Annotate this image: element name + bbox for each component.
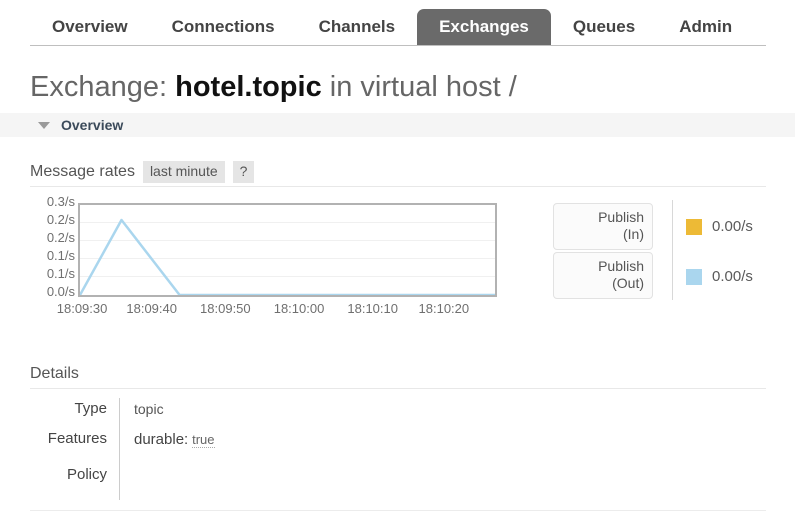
x-tick-label: 18:10:10	[347, 301, 398, 316]
legend-button-line1: Publish	[598, 258, 644, 274]
message-rates-chart: 0.3/s 0.2/s 0.2/s 0.1/s 0.1/s 0.0/s 18:0…	[0, 195, 530, 330]
x-tick-label: 18:09:30	[56, 301, 108, 316]
legend-button-publish-out[interactable]: Publish (Out)	[553, 252, 653, 299]
details-section-title: Details	[30, 365, 79, 382]
legend-button-line2: (Out)	[612, 275, 644, 291]
message-rates-divider	[30, 186, 766, 187]
details-row-features: Features durable: true	[30, 428, 430, 464]
legend-color-swatch	[686, 219, 702, 235]
details-divider	[30, 388, 766, 389]
page-title-prefix: Exchange:	[30, 71, 168, 103]
y-tick-label: 0.2/s	[46, 230, 75, 245]
tab-channels[interactable]: Channels	[297, 9, 418, 46]
tab-connections[interactable]: Connections	[150, 9, 297, 46]
details-label: Policy	[66, 466, 107, 483]
details-label: Features	[47, 430, 107, 447]
overview-section-header[interactable]: Overview	[0, 113, 795, 137]
x-tick-label: 18:10:20	[418, 301, 470, 316]
message-rates-title: Message rates	[30, 163, 135, 180]
message-rates-header: Message rates last minute ?	[30, 161, 255, 183]
chart-plot-area	[78, 203, 497, 297]
chart-x-axis: 18:09:30 18:09:40 18:09:50 18:10:00 18:1…	[57, 301, 497, 316]
nav-tab-list: Overview Connections Channels Exchanges …	[30, 0, 754, 46]
y-tick-label: 0.1/s	[46, 248, 75, 263]
tab-exchanges[interactable]: Exchanges	[417, 9, 551, 46]
x-tick-label: 18:10:00	[273, 301, 325, 316]
legend-item-publish-out: 0.00/s	[686, 269, 753, 285]
legend-value: 0.00/s	[712, 218, 753, 235]
page-bottom-divider	[30, 510, 766, 511]
y-tick-label: 0.0/s	[46, 284, 75, 299]
y-tick-label: 0.2/s	[46, 212, 75, 227]
page-title-exchange-name: hotel.topic	[175, 71, 322, 103]
legend-color-swatch	[686, 269, 702, 285]
legend-item-publish-in: 0.00/s	[686, 219, 753, 235]
y-tick-label: 0.1/s	[46, 266, 75, 281]
legend-divider	[672, 200, 673, 300]
legend-button-publish-in[interactable]: Publish (In)	[553, 203, 653, 250]
details-value: durable: true	[119, 428, 430, 464]
feature-value: true	[192, 432, 215, 448]
chart-series-paths	[80, 218, 495, 295]
tab-overview[interactable]: Overview	[30, 9, 150, 46]
x-tick-label: 18:09:50	[200, 301, 251, 316]
chart-legend: Publish (In) Publish (Out) 0.00/s 0.00/s	[553, 200, 795, 300]
details-table: Type topic Features durable: true Policy	[30, 398, 430, 500]
details-row-type: Type topic	[30, 398, 430, 428]
legend-button-line1: Publish	[598, 209, 644, 225]
tab-queues[interactable]: Queues	[551, 9, 657, 46]
legend-value: 0.00/s	[712, 268, 753, 285]
x-tick-label: 18:09:40	[126, 301, 177, 316]
details-row-policy: Policy	[30, 464, 430, 500]
page-title-vhost: /	[508, 71, 517, 103]
details-value	[119, 464, 430, 500]
overview-section-label: Overview	[61, 117, 124, 133]
page-title: Exchange: hotel.topic in virtual host /	[30, 70, 517, 104]
details-value: topic	[119, 398, 430, 428]
y-tick-label: 0.3/s	[46, 194, 75, 209]
triangle-down-icon	[38, 122, 50, 129]
details-label: Type	[74, 400, 107, 417]
nav-divider	[30, 45, 766, 46]
page-title-suffix: in virtual host	[329, 71, 501, 103]
legend-button-line2: (In)	[623, 226, 644, 242]
main-navigation: Overview Connections Channels Exchanges …	[0, 0, 795, 46]
feature-key: durable:	[134, 431, 189, 448]
chart-y-axis: 0.3/s 0.2/s 0.2/s 0.1/s 0.1/s 0.0/s	[31, 195, 75, 298]
rates-period-button[interactable]: last minute	[142, 161, 225, 183]
rates-help-button[interactable]: ?	[232, 161, 255, 183]
tab-admin[interactable]: Admin	[657, 9, 754, 46]
